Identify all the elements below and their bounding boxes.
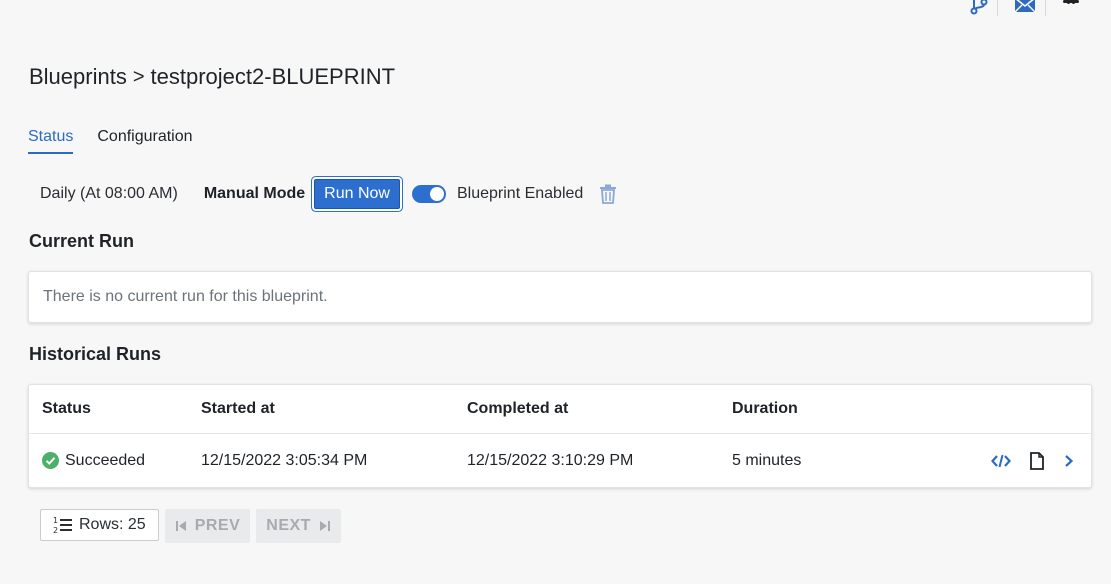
top-toolbar	[951, 0, 1111, 16]
tab-configuration[interactable]: Configuration	[97, 128, 192, 154]
column-header-started-at: Started at	[201, 400, 275, 417]
svg-text:2: 2	[53, 526, 58, 535]
column-header-status: Status	[42, 400, 91, 417]
check-circle-icon	[42, 452, 59, 469]
prev-page-button[interactable]: PREV	[164, 509, 251, 543]
current-run-empty-text: There is no current run for this bluepri…	[43, 288, 328, 305]
breadcrumb: Blueprints > testproject2-BLUEPRINT	[29, 64, 395, 90]
chevron-right-icon[interactable]	[1063, 453, 1075, 469]
document-icon[interactable]	[1029, 451, 1045, 470]
slack-icon[interactable]	[1063, 0, 1087, 16]
table-header: Status Started at Completed at Duration	[29, 385, 1091, 434]
toggle-knob	[429, 187, 444, 201]
blueprint-controls: Daily (At 08:00 AM) Manual Mode Run Now …	[40, 178, 617, 210]
next-page-button[interactable]: NEXT	[256, 509, 341, 543]
blueprint-enabled-toggle[interactable]	[411, 185, 446, 203]
breadcrumb-separator: >	[132, 65, 145, 88]
next-label: NEXT	[266, 517, 311, 534]
row-actions	[991, 434, 1075, 487]
historical-runs-table: Status Started at Completed at Duration …	[28, 384, 1092, 488]
prev-label: PREV	[194, 517, 241, 534]
rows-per-page-label: Rows: 25	[79, 516, 146, 533]
tab-bar: Status Configuration	[28, 128, 193, 154]
status-text: Succeeded	[65, 451, 146, 469]
current-run-panel: There is no current run for this bluepri…	[28, 271, 1092, 323]
code-icon[interactable]	[991, 453, 1011, 469]
pagination: 1 2 Rows: 25 PREV NEXT	[40, 509, 341, 543]
run-now-button[interactable]: Run Now	[314, 179, 400, 209]
svg-text:1: 1	[53, 516, 58, 525]
current-run-title: Current Run	[29, 231, 134, 251]
git-branch-icon[interactable]	[967, 0, 991, 16]
skip-forward-icon	[319, 521, 330, 531]
tab-status[interactable]: Status	[28, 128, 74, 154]
rows-per-page-button[interactable]: 1 2 Rows: 25	[40, 509, 159, 541]
column-header-duration: Duration	[732, 400, 798, 417]
mode-label: Manual Mode	[203, 185, 306, 202]
column-header-completed-at: Completed at	[467, 400, 569, 417]
completed-at-cell: 12/15/2022 3:10:29 PM	[467, 451, 634, 469]
page-title: testproject2-BLUEPRINT	[150, 64, 396, 89]
table-row[interactable]: Succeeded 12/15/2022 3:05:34 PM 12/15/20…	[29, 434, 1091, 487]
historical-runs-title: Historical Runs	[29, 344, 162, 364]
blueprint-enabled-label: Blueprint Enabled	[456, 185, 584, 202]
started-at-cell: 12/15/2022 3:05:34 PM	[201, 451, 368, 469]
trash-icon[interactable]	[599, 184, 617, 204]
duration-cell: 5 minutes	[732, 451, 802, 469]
numbered-list-icon: 1 2	[53, 516, 72, 535]
schedule-text: Daily (At 08:00 AM)	[40, 185, 178, 202]
status-cell: Succeeded	[42, 434, 145, 487]
skip-back-icon	[175, 521, 186, 531]
mail-icon[interactable]	[1013, 0, 1037, 16]
breadcrumb-root[interactable]: Blueprints	[29, 64, 127, 90]
